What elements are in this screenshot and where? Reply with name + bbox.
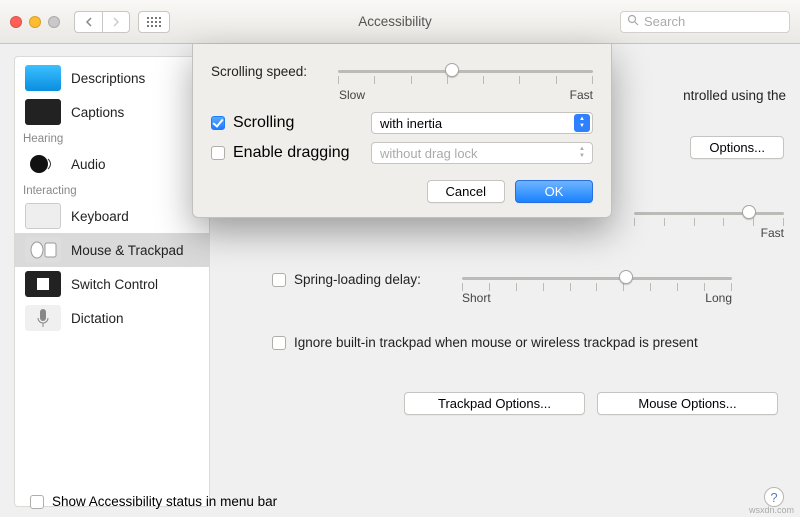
sidebar-group-interacting: Interacting [15, 181, 209, 199]
scrolling-mode-value: with inertia [380, 116, 442, 131]
long-label: Long [705, 291, 732, 305]
forward-button[interactable] [102, 11, 130, 33]
sidebar-item-audio[interactable]: Audio [15, 147, 209, 181]
zoom-window-button [48, 16, 60, 28]
dragging-mode-value: without drag lock [380, 146, 478, 161]
descriptions-icon [25, 65, 61, 91]
search-icon [627, 14, 639, 29]
enable-dragging-checkbox[interactable] [211, 146, 225, 160]
enable-dragging-label: Enable dragging [233, 144, 350, 162]
sidebar-item-switch-control[interactable]: Switch Control [15, 267, 209, 301]
scrolling-speed-slider[interactable] [338, 60, 593, 82]
search-field[interactable]: Search [620, 11, 790, 33]
popup-arrows-icon: ▲▼ [574, 114, 590, 132]
search-placeholder: Search [644, 14, 685, 29]
options-button[interactable]: Options... [690, 136, 784, 159]
ok-button[interactable]: OK [515, 180, 593, 203]
ignore-trackpad-label: Ignore built-in trackpad when mouse or w… [294, 334, 698, 352]
sidebar-group-hearing: Hearing [15, 129, 209, 147]
watermark: wsxdn.com [749, 505, 794, 515]
scrolling-speed-label: Scrolling speed: [211, 64, 326, 79]
chevron-left-icon [85, 17, 93, 27]
mouse-options-button[interactable]: Mouse Options... [597, 392, 778, 415]
short-label: Short [462, 291, 491, 305]
ignore-trackpad-row: Ignore built-in trackpad when mouse or w… [272, 334, 784, 352]
minimize-window-button[interactable] [29, 16, 41, 28]
grid-icon [147, 17, 161, 27]
sidebar-item-label: Dictation [71, 311, 124, 326]
fast-label: Fast [761, 226, 784, 240]
truncated-text: ntrolled using the [683, 88, 786, 103]
sidebar-item-keyboard[interactable]: Keyboard [15, 199, 209, 233]
dictation-icon [25, 305, 61, 331]
mouse-icon [25, 237, 61, 263]
cancel-button[interactable]: Cancel [427, 180, 505, 203]
back-button[interactable] [74, 11, 102, 33]
sidebar-item-label: Descriptions [71, 71, 145, 86]
sidebar-item-label: Keyboard [71, 209, 129, 224]
help-button[interactable]: ? [764, 487, 784, 507]
ignore-trackpad-checkbox[interactable] [272, 336, 286, 350]
switch-control-icon [25, 271, 61, 297]
nav-buttons [74, 11, 130, 33]
keyboard-icon [25, 203, 61, 229]
trackpad-options-sheet: Scrolling speed: Slow Fast Scrolling with… [192, 44, 612, 218]
titlebar: Accessibility Search [0, 0, 800, 44]
captions-icon [25, 99, 61, 125]
spring-loading-label: Spring-loading delay: [294, 272, 421, 287]
tracking-speed-slider[interactable] [634, 202, 784, 224]
trackpad-options-button[interactable]: Trackpad Options... [404, 392, 585, 415]
sidebar: Descriptions Captions Hearing Audio Inte… [14, 56, 210, 507]
spring-loading-slider[interactable] [462, 267, 732, 289]
window-title: Accessibility [178, 14, 612, 29]
slow-label: Slow [339, 88, 365, 102]
status-menubar-checkbox[interactable] [30, 495, 44, 509]
scrolling-checkbox[interactable] [211, 116, 225, 130]
sidebar-item-label: Captions [71, 105, 124, 120]
audio-icon [25, 151, 61, 177]
sidebar-item-captions[interactable]: Captions [15, 95, 209, 129]
scrolling-mode-popup[interactable]: with inertia ▲▼ [371, 112, 593, 134]
dragging-mode-popup: without drag lock ▲▼ [371, 142, 593, 164]
sidebar-item-label: Audio [71, 157, 106, 172]
show-all-button[interactable] [138, 11, 170, 33]
sidebar-item-dictation[interactable]: Dictation [15, 301, 209, 335]
popup-arrows-icon: ▲▼ [574, 144, 590, 162]
sidebar-item-mouse-trackpad[interactable]: Mouse & Trackpad [15, 233, 209, 267]
sidebar-item-label: Switch Control [71, 277, 158, 292]
window-controls [10, 16, 60, 28]
status-menubar-label: Show Accessibility status in menu bar [52, 494, 277, 509]
spring-loading-checkbox[interactable] [272, 273, 286, 287]
fast-label: Fast [570, 88, 593, 102]
chevron-right-icon [112, 17, 120, 27]
scrolling-label: Scrolling [233, 114, 294, 132]
sidebar-item-descriptions[interactable]: Descriptions [15, 61, 209, 95]
close-window-button[interactable] [10, 16, 22, 28]
sidebar-item-label: Mouse & Trackpad [71, 243, 184, 258]
